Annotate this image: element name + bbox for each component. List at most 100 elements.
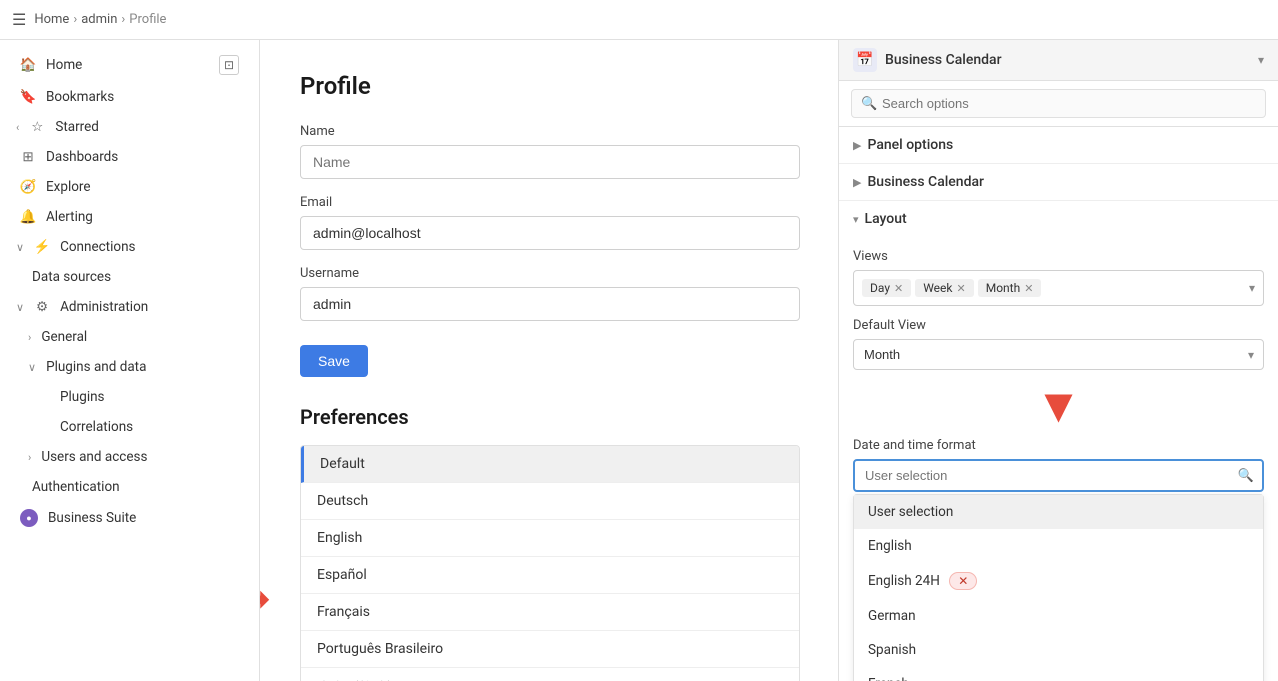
panel-section-options-header[interactable]: ▶ Panel options	[839, 127, 1278, 163]
explore-icon: 🧭	[20, 179, 36, 195]
email-group: Email	[300, 195, 798, 250]
username-input[interactable]	[300, 287, 800, 321]
panel-section-layout: ▾ Layout Views Day ✕ Week ✕ Month	[839, 201, 1278, 681]
dropdown-item-german[interactable]: German	[854, 599, 1263, 633]
sidebar-item-starred[interactable]: ‹ ☆ Starred	[4, 112, 255, 142]
sidebar-item-data-sources[interactable]: Data sources	[4, 262, 255, 292]
sidebar-toggle-icon[interactable]: ⊡	[219, 55, 239, 75]
sidebar-item-alerting[interactable]: 🔔 Alerting	[4, 202, 255, 232]
panel-section-calendar: ▶ Business Calendar	[839, 164, 1278, 201]
badge-pink: ✕	[949, 572, 977, 590]
pref-item-english[interactable]: English	[301, 520, 799, 557]
sidebar-item-bookmarks[interactable]: 🔖 Bookmarks	[4, 82, 255, 112]
panel-section-calendar-header[interactable]: ▶ Business Calendar	[839, 164, 1278, 200]
chevron-right-icon: ›	[28, 331, 31, 344]
name-group: Name	[300, 124, 798, 179]
datetime-input-wrap: 🔍	[853, 459, 1264, 492]
panel-section-layout-header[interactable]: ▾ Layout	[839, 201, 1278, 237]
sidebar-item-label: Data sources	[32, 269, 239, 285]
admin-icon: ⚙	[34, 299, 50, 315]
dropdown-list: User selection English English 24H ✕ Ger…	[853, 494, 1264, 681]
sidebar-item-label: Explore	[46, 179, 239, 195]
tag-day-remove[interactable]: ✕	[894, 282, 903, 295]
pref-item-deutsch[interactable]: Deutsch	[301, 483, 799, 520]
chevron-right-icon2: ›	[28, 451, 31, 464]
dropdown-item-user-selection[interactable]: User selection	[854, 495, 1263, 529]
sidebar-item-business-suite[interactable]: ● Business Suite	[4, 502, 255, 534]
chevron-right-icon3: ▶	[853, 139, 861, 152]
dropdown-item-french[interactable]: French	[854, 667, 1263, 681]
pref-item-portuguese[interactable]: Português Brasileiro	[301, 631, 799, 668]
dropdown-item-label: User selection	[868, 504, 953, 520]
username-group: Username	[300, 266, 798, 321]
alerting-icon: 🔔	[20, 209, 36, 225]
breadcrumb-admin[interactable]: admin	[81, 12, 117, 27]
save-button[interactable]: Save	[300, 345, 368, 377]
sidebar-item-label: Authentication	[32, 479, 239, 495]
name-input[interactable]	[300, 145, 800, 179]
sidebar-item-dashboards[interactable]: ⊞ Dashboards	[4, 142, 255, 172]
tag-month-label: Month	[986, 281, 1020, 295]
pref-item-espanol[interactable]: Español	[301, 557, 799, 594]
dropdown-item-label: English	[868, 538, 912, 554]
username-label: Username	[300, 266, 798, 281]
tag-month-remove[interactable]: ✕	[1024, 282, 1033, 295]
sidebar-item-authentication[interactable]: Authentication	[4, 472, 255, 502]
panel-header-title: Business Calendar	[885, 52, 1250, 68]
chevron-down-icon4: ▾	[853, 213, 859, 226]
top-bar: ☰ Home › admin › Profile	[0, 0, 1278, 40]
datetime-input[interactable]	[853, 459, 1264, 492]
default-view-select-wrap: Month	[853, 339, 1264, 370]
dropdown-item-spanish[interactable]: Spanish	[854, 633, 1263, 667]
views-tags-row[interactable]: Day ✕ Week ✕ Month ✕ ▾	[853, 270, 1264, 306]
breadcrumb: Home › admin › Profile	[34, 12, 166, 27]
panel-search-input[interactable]	[851, 89, 1266, 118]
tag-week-remove[interactable]: ✕	[957, 282, 966, 295]
main-layout: 🏠 Home ⊡ 🔖 Bookmarks ‹ ☆ Starred ⊞ Dashb…	[0, 40, 1278, 681]
pref-item-chinese[interactable]: 中文（简体）	[301, 668, 799, 681]
dropdown-item-label: English 24H	[868, 573, 940, 589]
datetime-label: Date and time format	[853, 438, 1264, 453]
sidebar-item-connections[interactable]: ∨ ⚡ Connections	[4, 232, 255, 262]
dashboards-icon: ⊞	[20, 149, 36, 165]
sidebar-item-general[interactable]: › General	[4, 322, 255, 352]
sidebar-item-correlations[interactable]: Correlations	[4, 412, 255, 442]
pref-item-francais[interactable]: Français	[301, 594, 799, 631]
dropdown-item-label: Spanish	[868, 642, 916, 658]
page-title: Profile	[300, 72, 798, 100]
dropdown-item-label: French	[868, 676, 909, 681]
email-input[interactable]	[300, 216, 800, 250]
sidebar-item-explore[interactable]: 🧭 Explore	[4, 172, 255, 202]
sidebar-item-administration[interactable]: ∨ ⚙ Administration	[4, 292, 255, 322]
panel-header-chevron[interactable]: ▾	[1258, 53, 1264, 67]
menu-icon[interactable]: ☰	[12, 10, 26, 29]
chevron-down-icon2: ∨	[16, 301, 24, 314]
email-label: Email	[300, 195, 798, 210]
sidebar-item-label: Starred	[55, 119, 239, 135]
star-icon: ☆	[29, 119, 45, 135]
connections-icon: ⚡	[34, 239, 50, 255]
tags-dropdown-arrow[interactable]: ▾	[1249, 281, 1255, 295]
sidebar-item-label: Alerting	[46, 209, 239, 225]
panel-header: 📅 Business Calendar ▾	[839, 40, 1278, 81]
sidebar-item-home[interactable]: 🏠 Home ⊡	[4, 48, 255, 82]
tag-day-label: Day	[870, 281, 890, 295]
section-title: Layout	[865, 211, 907, 227]
default-view-select[interactable]: Month	[853, 339, 1264, 370]
dropdown-item-english24h[interactable]: English 24H ✕	[854, 563, 1263, 599]
sidebar-item-label: Bookmarks	[46, 89, 239, 105]
tag-week: Week ✕	[915, 279, 974, 297]
breadcrumb-home[interactable]: Home	[34, 12, 69, 27]
panel-search-icon: 🔍	[861, 96, 877, 111]
sidebar-item-label: Dashboards	[46, 149, 239, 165]
sidebar-item-label: Connections	[60, 239, 239, 255]
sidebar-item-plugins[interactable]: Plugins	[4, 382, 255, 412]
dropdown-item-english[interactable]: English	[854, 529, 1263, 563]
views-label: Views	[853, 249, 1264, 264]
section-title: Panel options	[867, 137, 953, 153]
sidebar-item-plugins-and-data[interactable]: ∨ Plugins and data	[4, 352, 255, 382]
sidebar-item-users-and-access[interactable]: › Users and access	[4, 442, 255, 472]
chevron-left-icon: ‹	[16, 121, 19, 134]
bookmarks-icon: 🔖	[20, 89, 36, 105]
pref-item-default[interactable]: Default	[301, 446, 799, 483]
